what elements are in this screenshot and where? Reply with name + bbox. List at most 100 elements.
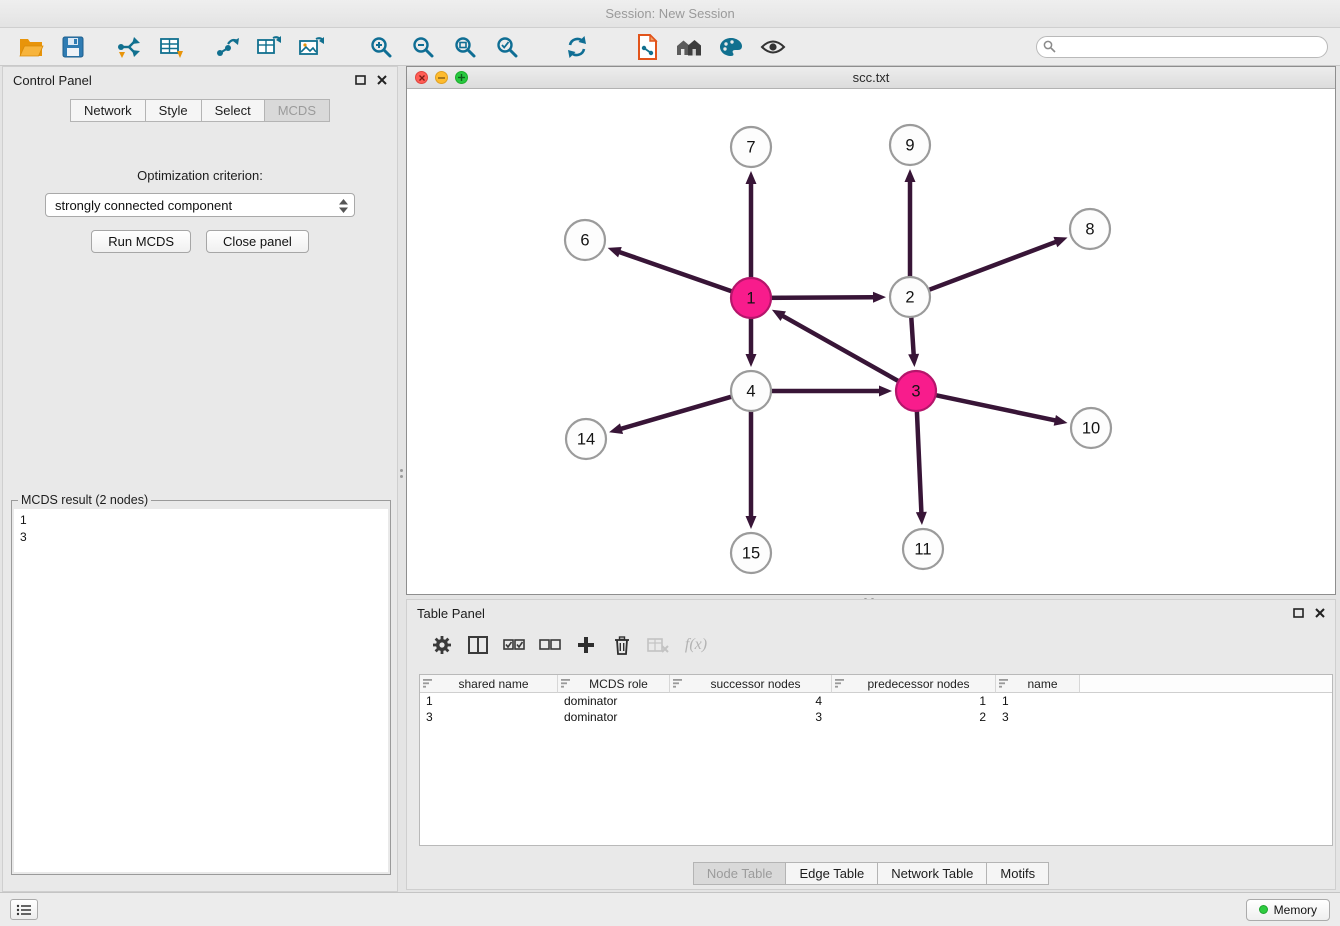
cell-name[interactable]: 1 — [996, 694, 1080, 708]
graph-node-1[interactable]: 1 — [731, 278, 771, 318]
cell-shared-name[interactable]: 1 — [420, 694, 558, 708]
column-header-successor-nodes[interactable]: successor nodes — [670, 675, 832, 693]
graph-node-14[interactable]: 14 — [566, 419, 606, 459]
home-layout-button[interactable] — [668, 31, 710, 63]
zoom-fit-button[interactable] — [444, 31, 486, 63]
cell-successor-nodes[interactable]: 4 — [670, 694, 832, 708]
add-row-button[interactable] — [571, 632, 601, 658]
window-minimize-icon[interactable] — [435, 71, 448, 84]
float-panel-icon[interactable] — [1293, 608, 1304, 618]
graph-node-9[interactable]: 9 — [890, 125, 930, 165]
column-header-shared-name[interactable]: shared name — [420, 675, 558, 693]
network-canvas[interactable]: 7 9 6 8 1 2 4 3 14 10 15 11 — [407, 89, 1335, 594]
graph-node-7[interactable]: 7 — [731, 127, 771, 167]
float-panel-icon[interactable] — [355, 75, 366, 85]
graph-edge-3-1[interactable] — [783, 316, 914, 390]
node-label: 1 — [746, 290, 755, 308]
graph-node-10[interactable]: 10 — [1071, 408, 1111, 448]
window-zoom-icon[interactable] — [455, 71, 468, 84]
sort-icon — [999, 679, 1009, 688]
save-session-button[interactable] — [52, 31, 94, 63]
graph-edge-1-6[interactable] — [620, 252, 749, 297]
delete-table-button[interactable] — [643, 632, 673, 658]
edge-arrowhead — [608, 247, 622, 257]
tab-motifs[interactable]: Motifs — [986, 862, 1049, 885]
deselect-all-button[interactable] — [535, 632, 565, 658]
column-header-predecessor-nodes[interactable]: predecessor nodes — [832, 675, 996, 693]
tab-select[interactable]: Select — [201, 99, 265, 122]
tab-network-table[interactable]: Network Table — [877, 862, 987, 885]
save-disk-icon — [62, 36, 84, 58]
graph-edge-3-10[interactable] — [918, 391, 1055, 420]
sort-icon — [423, 679, 433, 688]
header-filler — [1080, 675, 1332, 693]
panel-splitter-vertical[interactable] — [398, 66, 406, 892]
task-history-button[interactable] — [10, 899, 38, 920]
table-settings-button[interactable] — [427, 632, 457, 658]
graph-node-2[interactable]: 2 — [890, 277, 930, 317]
function-builder-button[interactable]: f(x) — [679, 632, 709, 658]
import-network-button[interactable] — [108, 31, 150, 63]
zoom-selected-button[interactable] — [486, 31, 528, 63]
cell-name[interactable]: 3 — [996, 710, 1080, 724]
columns-icon — [468, 636, 488, 654]
tab-mcds[interactable]: MCDS — [264, 99, 330, 122]
refresh-icon — [565, 35, 589, 59]
delete-table-icon — [647, 637, 669, 653]
mcds-result-list[interactable]: 1 3 — [14, 509, 388, 872]
close-panel-button[interactable]: Close panel — [206, 230, 309, 253]
tab-edge-table[interactable]: Edge Table — [785, 862, 878, 885]
graph-edge-4-14[interactable] — [622, 392, 750, 429]
edge-arrowhead — [746, 516, 757, 529]
graph-node-11[interactable]: 11 — [903, 529, 943, 569]
cell-mcds-role[interactable]: dominator — [558, 710, 670, 724]
cell-predecessor-nodes[interactable]: 1 — [832, 694, 996, 708]
import-table-button[interactable] — [150, 31, 192, 63]
cell-successor-nodes[interactable]: 3 — [670, 710, 832, 724]
graph-edge-2-8[interactable] — [912, 242, 1056, 296]
window-close-icon[interactable] — [415, 71, 428, 84]
export-table-button[interactable] — [248, 31, 290, 63]
cell-shared-name[interactable]: 3 — [420, 710, 558, 724]
apply-style-button[interactable] — [710, 31, 752, 63]
open-session-file-button[interactable] — [626, 31, 668, 63]
graph-node-4[interactable]: 4 — [731, 371, 771, 411]
graph-node-8[interactable]: 8 — [1070, 209, 1110, 249]
refresh-button[interactable] — [556, 31, 598, 63]
close-panel-icon[interactable] — [377, 75, 387, 85]
table-header-row: shared name MCDS role successor nodes pr… — [420, 675, 1332, 693]
delete-row-button[interactable] — [607, 632, 637, 658]
open-file-button[interactable] — [10, 31, 52, 63]
export-network-button[interactable] — [206, 31, 248, 63]
graph-node-6[interactable]: 6 — [565, 220, 605, 260]
column-header-name[interactable]: name — [996, 675, 1080, 693]
memory-button[interactable]: Memory — [1246, 899, 1330, 921]
export-image-button[interactable] — [290, 31, 332, 63]
cell-mcds-role[interactable]: dominator — [558, 694, 670, 708]
export-table-icon — [256, 35, 282, 59]
show-columns-button[interactable] — [463, 632, 493, 658]
table-row[interactable]: 3 dominator 3 2 3 — [420, 709, 1332, 725]
close-panel-icon[interactable] — [1315, 608, 1325, 618]
zoom-out-icon — [411, 35, 435, 59]
window-title: Session: New Session — [605, 6, 734, 21]
search-input[interactable] — [1036, 36, 1328, 58]
table-row[interactable]: 1 dominator 4 1 1 — [420, 693, 1332, 709]
run-mcds-button[interactable]: Run MCDS — [91, 230, 191, 253]
tab-node-table[interactable]: Node Table — [693, 862, 787, 885]
column-header-mcds-role[interactable]: MCDS role — [558, 675, 670, 693]
criterion-select[interactable]: strongly connected component — [45, 193, 355, 217]
sort-icon — [561, 679, 571, 688]
show-hide-button[interactable] — [752, 31, 794, 63]
tab-style[interactable]: Style — [145, 99, 202, 122]
table-panel: Table Panel — [406, 599, 1336, 890]
cell-predecessor-nodes[interactable]: 2 — [832, 710, 996, 724]
zoom-out-button[interactable] — [402, 31, 444, 63]
network-view-window: scc.txt 7 9 6 8 1 2 4 3 14 10 15 11 — [406, 66, 1336, 595]
graph-node-3[interactable]: 3 — [896, 371, 936, 411]
select-all-button[interactable] — [499, 632, 529, 658]
graph-node-15[interactable]: 15 — [731, 533, 771, 573]
tab-network[interactable]: Network — [70, 99, 146, 122]
zoom-in-button[interactable] — [360, 31, 402, 63]
network-window-titlebar[interactable]: scc.txt — [407, 67, 1335, 89]
